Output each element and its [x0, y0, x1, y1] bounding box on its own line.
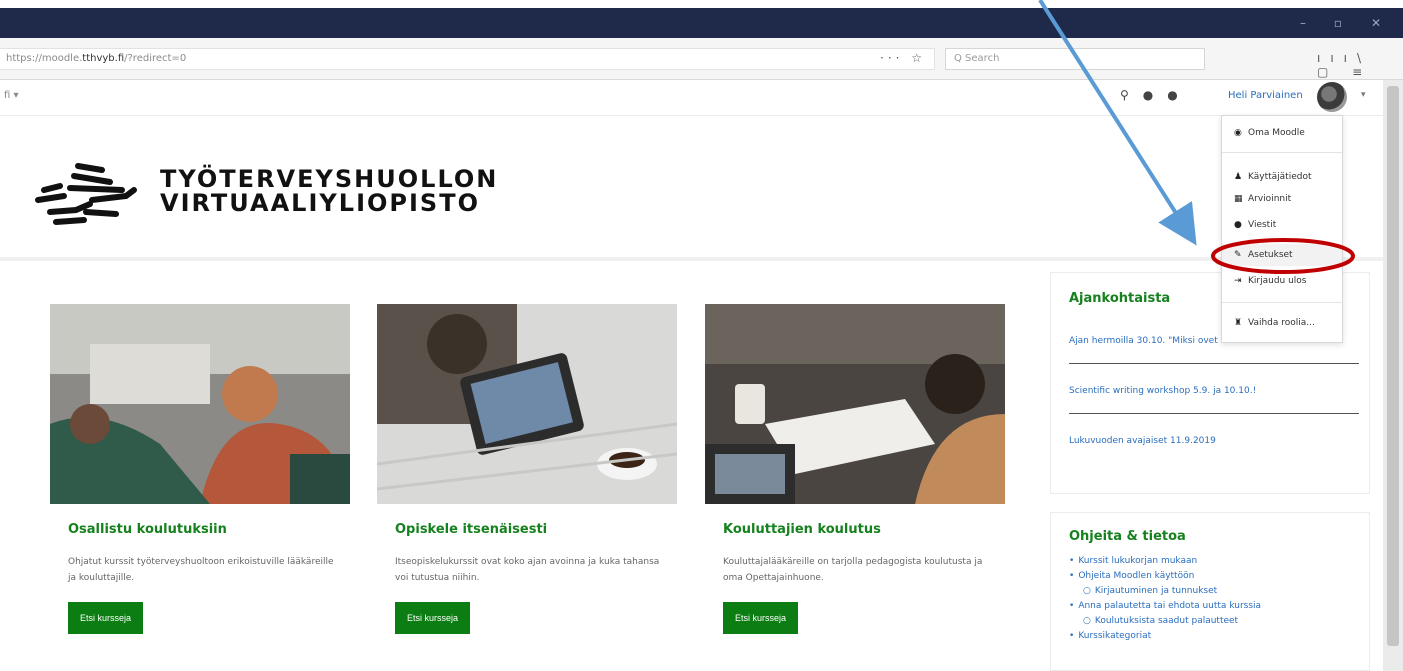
- url-suffix: /?redirect=0: [124, 53, 187, 64]
- dashboard-icon: ◉: [1234, 128, 1242, 138]
- menu-item-dashboard[interactable]: ◉ Oma Moodle: [1222, 122, 1342, 144]
- find-courses-button[interactable]: Etsi kursseja: [68, 602, 144, 634]
- list-item[interactable]: • Ohjeita Moodlen käyttöön: [1069, 569, 1351, 584]
- section-divider: [0, 257, 1383, 261]
- chat-icon[interactable]: ●: [1167, 88, 1177, 102]
- logout-icon: ⇥: [1234, 276, 1242, 286]
- chat-icon: ●: [1234, 220, 1242, 230]
- card-title[interactable]: Osallistu koulutuksiin: [68, 522, 227, 537]
- toolbar-icons: ııı\ ▢ ≡: [1317, 51, 1403, 79]
- browser-toolbar: https://moodle.tthvyb.fi/?redirect=0 ···…: [0, 38, 1403, 80]
- hamburger-menu-icon[interactable]: ≡: [1352, 65, 1372, 79]
- news-item[interactable]: Scientific writing workshop 5.9. ja 10.1…: [1069, 378, 1351, 399]
- course-card: Kouluttajien koulutus Kouluttajalääkärei…: [705, 304, 1005, 654]
- list-item[interactable]: • Anna palautetta tai ehdota uutta kurssi…: [1069, 599, 1351, 614]
- menu-item-label: Käyttäjätiedot: [1248, 172, 1312, 182]
- help-link[interactable]: Ohjeita Moodlen käyttöön: [1078, 571, 1194, 581]
- url-prefix: https://moodle.: [6, 53, 83, 64]
- url-domain: tthvyb.fi: [82, 53, 125, 64]
- menu-item-label: Vaihda roolia...: [1248, 318, 1315, 328]
- user-menu-dropdown: ◉ Oma Moodle ♟ Käyttäjätiedot ▦ Arvioinnit …: [1221, 115, 1343, 343]
- menu-item-messages[interactable]: ● Viestit: [1222, 214, 1342, 236]
- menu-divider: [1222, 152, 1342, 153]
- course-card: Osallistu koulutuksiin Ohjatut kurssit t…: [50, 304, 350, 654]
- menu-item-preferences[interactable]: ✎ Asetukset: [1222, 244, 1342, 266]
- menu-item-profile[interactable]: ♟ Käyttäjätiedot: [1222, 166, 1342, 188]
- avatar[interactable]: [1317, 82, 1347, 112]
- user-name-link[interactable]: Heli Parviainen: [1228, 90, 1303, 101]
- browser-search-input[interactable]: Q Search: [945, 48, 1205, 70]
- course-card: Opiskele itsenäisesti Itseopiskelukurssi…: [376, 304, 678, 654]
- minimize-icon[interactable]: –: [1295, 16, 1311, 30]
- menu-item-label: Arvioinnit: [1248, 194, 1292, 204]
- help-list: • Kurssit lukukorjan mukaan • Ohjeita Mood…: [1069, 554, 1351, 644]
- logo-line-2: VIRTUAALIYLIOPISTO: [160, 189, 480, 217]
- news-item[interactable]: Lukuvuoden avajaiset 11.9.2019: [1069, 428, 1351, 449]
- find-courses-button[interactable]: Etsi kursseja: [723, 602, 799, 634]
- list-item[interactable]: ○ Kirjautuminen ja tunnukset: [1069, 584, 1351, 599]
- menu-item-switch-role[interactable]: ♜ Vaihda roolia...: [1222, 312, 1342, 334]
- close-icon[interactable]: ✕: [1368, 16, 1384, 30]
- help-block: Ohjeita & tietoa • Kurssit lukukorjan muk…: [1050, 512, 1370, 671]
- menu-item-grades[interactable]: ▦ Arvioinnit: [1222, 188, 1342, 210]
- bookmark-star-icon[interactable]: ☆: [911, 51, 926, 65]
- card-description: Itseopiskelukurssit ovat koko ajan avoin…: [395, 557, 660, 583]
- site-logo-text[interactable]: TYÖTERVEYSHUOLLON VIRTUAALIYLIOPISTO: [160, 167, 498, 215]
- menu-item-logout[interactable]: ⇥ Kirjaudu ulos: [1222, 270, 1342, 292]
- user-icon: ♟: [1234, 172, 1243, 182]
- window-titlebar: – ▫ ✕: [0, 8, 1403, 38]
- course-card-image: [50, 304, 350, 504]
- wrench-icon: ✎: [1234, 250, 1242, 260]
- find-courses-button[interactable]: Etsi kursseja: [395, 602, 471, 634]
- list-item[interactable]: • Kurssit lukukorjan mukaan: [1069, 554, 1351, 569]
- help-link[interactable]: Kirjautuminen ja tunnukset: [1095, 586, 1217, 596]
- menu-divider: [1222, 302, 1342, 303]
- card-title[interactable]: Opiskele itsenäisesti: [395, 522, 547, 537]
- menu-item-label: Kirjaudu ulos: [1248, 276, 1307, 286]
- help-link[interactable]: Kurssikategoriat: [1078, 631, 1151, 641]
- header-icons: ⚲ ● ●: [1120, 88, 1178, 102]
- divider: [1069, 363, 1359, 364]
- menu-item-label: Viestit: [1248, 220, 1277, 230]
- logo-mark-icon: [35, 163, 137, 225]
- help-link[interactable]: Kurssit lukukorjan mukaan: [1078, 556, 1197, 566]
- table-icon: ▦: [1234, 194, 1243, 204]
- divider: [1069, 413, 1359, 414]
- course-card-image: [705, 304, 1005, 504]
- list-item[interactable]: • Kurssikategoriat: [1069, 629, 1351, 644]
- help-block-title: Ohjeita & tietoa: [1069, 529, 1186, 544]
- news-link[interactable]: Lukuvuoden avajaiset 11.9.2019: [1069, 436, 1216, 446]
- menu-item-label: Asetukset: [1248, 250, 1293, 260]
- card-description: Kouluttajalääkäreille on tarjolla pedago…: [723, 557, 983, 583]
- help-link[interactable]: Anna palautetta tai ehdota uutta kurssia: [1078, 601, 1261, 611]
- page-actions: ··· ☆: [880, 51, 926, 65]
- list-item[interactable]: ○ Koulutuksista saadut palautteet: [1069, 614, 1351, 629]
- bell-icon[interactable]: ●: [1143, 88, 1153, 102]
- course-card-image: [376, 304, 678, 504]
- news-link[interactable]: Scientific writing workshop 5.9. ja 10.1…: [1069, 386, 1256, 396]
- restore-icon[interactable]: ▫: [1330, 16, 1346, 30]
- search-icon[interactable]: ⚲: [1120, 88, 1129, 102]
- screenshot-root: { "browser": { "url_prefix": "https://mo…: [0, 0, 1403, 671]
- help-link[interactable]: Koulutuksista saadut palautteet: [1095, 616, 1238, 626]
- site-header: fi ▾ ⚲ ● ● Heli Parviainen ▾: [0, 80, 1403, 116]
- library-icon[interactable]: ııı\: [1317, 51, 1371, 65]
- chevron-down-icon[interactable]: ▾: [1361, 90, 1366, 100]
- logo-line-1: TYÖTERVEYSHUOLLON: [160, 165, 499, 193]
- page-scrollbar[interactable]: [1383, 80, 1403, 671]
- address-bar[interactable]: https://moodle.tthvyb.fi/?redirect=0: [0, 48, 935, 70]
- more-actions-icon[interactable]: ···: [880, 51, 903, 65]
- menu-item-label: Oma Moodle: [1248, 128, 1305, 138]
- card-description: Ohjatut kurssit työterveyshuoltoon eriko…: [68, 557, 334, 583]
- sidebar-toggle-icon[interactable]: ▢: [1317, 65, 1338, 79]
- card-title[interactable]: Kouluttajien koulutus: [723, 522, 881, 537]
- switch-role-icon: ♜: [1234, 318, 1243, 328]
- language-selector[interactable]: fi ▾: [4, 90, 19, 101]
- scrollbar-thumb[interactable]: [1387, 86, 1399, 646]
